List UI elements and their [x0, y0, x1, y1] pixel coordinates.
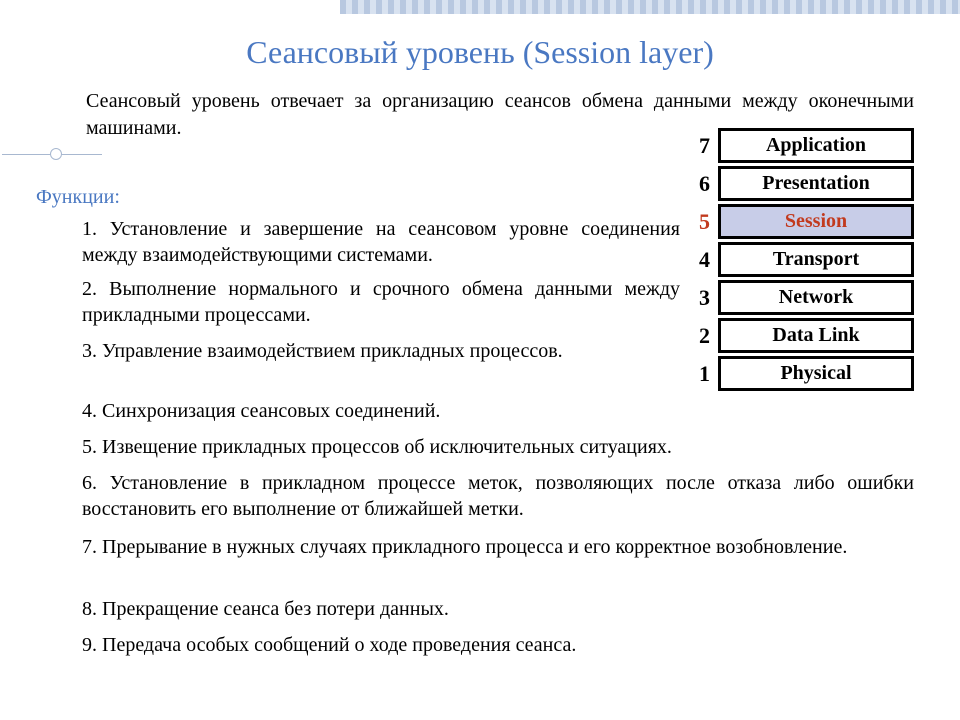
decorative-circle [50, 148, 62, 160]
layer-row-7: 7 Application [688, 128, 914, 163]
page-title: Сеансовый уровень (Session layer) [0, 34, 960, 71]
layer-row-6: 6 Presentation [688, 166, 914, 201]
function-item-5: 5. Извещение прикладных процессов об иск… [82, 434, 914, 460]
layer-number: 1 [688, 361, 718, 387]
function-item-1: 1. Установление и завершение на сеансово… [82, 216, 680, 268]
function-item-4: 4. Синхронизация сеансовых соединений. [82, 398, 680, 424]
layer-name: Network [718, 280, 914, 315]
function-item-7: 7. Прерывание в нужных случаях прикладно… [82, 534, 914, 560]
layer-name: Application [718, 128, 914, 163]
osi-layers-table: 7 Application 6 Presentation 5 Session 4… [688, 128, 914, 394]
layer-number: 2 [688, 323, 718, 349]
layer-number: 6 [688, 171, 718, 197]
layer-number: 3 [688, 285, 718, 311]
layer-row-4: 4 Transport [688, 242, 914, 277]
layer-name: Presentation [718, 166, 914, 201]
layer-row-3: 3 Network [688, 280, 914, 315]
layer-name-highlighted: Session [718, 204, 914, 239]
function-item-9: 9. Передача особых сообщений о ходе пров… [82, 632, 914, 658]
layer-name: Data Link [718, 318, 914, 353]
layer-name: Physical [718, 356, 914, 391]
layer-row-1: 1 Physical [688, 356, 914, 391]
functions-heading: Функции: [36, 186, 120, 209]
layer-number: 7 [688, 133, 718, 159]
function-item-3: 3. Управление взаимодействием прикладных… [82, 338, 680, 364]
function-item-2: 2. Выполнение нормального и срочного обм… [82, 276, 680, 328]
layer-number: 5 [688, 209, 718, 235]
layer-row-2: 2 Data Link [688, 318, 914, 353]
function-item-6: 6. Установление в прикладном процессе ме… [82, 470, 914, 522]
decorative-top-border [340, 0, 960, 14]
layer-name: Transport [718, 242, 914, 277]
layer-number: 4 [688, 247, 718, 273]
layer-row-5: 5 Session [688, 204, 914, 239]
function-item-8: 8. Прекращение сеанса без потери данных. [82, 596, 914, 622]
